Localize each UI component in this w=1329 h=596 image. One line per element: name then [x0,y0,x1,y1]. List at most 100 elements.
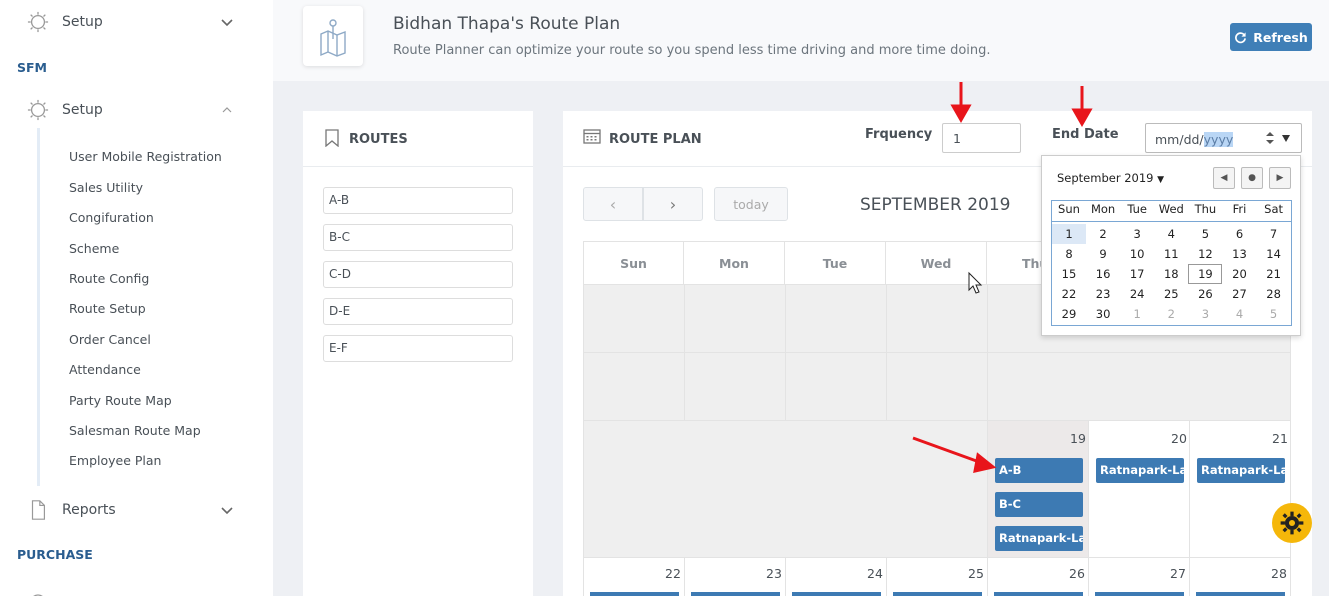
calendar-week-row [583,353,1291,421]
calendar-event[interactable]: Ratnapark-Lazi [1197,458,1285,483]
datepicker-day[interactable]: 4 [1154,224,1188,244]
sidebar-item-attendance[interactable]: Attendance [69,362,141,377]
sidebar-item-sales-utility[interactable]: Sales Utility [69,180,143,195]
spinner-icon[interactable] [1265,131,1275,145]
map-icon [320,19,346,57]
sidebar-item-party-route-map[interactable]: Party Route Map [69,393,172,408]
datepicker-day[interactable]: 4 [1223,304,1257,324]
datepicker-day[interactable]: 15 [1052,264,1086,284]
refresh-button[interactable]: Refresh [1230,23,1312,51]
route-item[interactable]: E-F [323,335,513,362]
day-number: 21 [1272,431,1288,446]
datepicker-day[interactable]: 16 [1086,264,1120,284]
route-item[interactable]: C-D [323,261,513,288]
sidebar-item-salesman-route-map[interactable]: Salesman Route Map [69,423,201,438]
datepicker-day[interactable]: 1 [1052,224,1086,244]
datepicker-day[interactable]: 26 [1188,284,1222,304]
sidebar-item-order-cancel[interactable]: Order Cancel [69,332,151,347]
sidebar-item-scheme[interactable]: Scheme [69,241,119,256]
datepicker-day[interactable]: 1 [1120,304,1154,324]
calendar-event-partial[interactable] [691,592,780,596]
datepicker-day[interactable]: 30 [1086,304,1120,324]
datepicker-day[interactable]: 11 [1154,244,1188,264]
chevron-up-icon [222,107,232,113]
datepicker-day[interactable]: 8 [1052,244,1086,264]
datepicker-weekday: Thu [1194,202,1217,216]
sidebar-item-employee-plan[interactable]: Employee Plan [69,453,161,468]
next-button[interactable]: › [643,187,703,221]
datepicker-day[interactable]: 3 [1120,224,1154,244]
calendar-event[interactable]: A-B [995,458,1083,483]
route-item[interactable]: B-C [323,224,513,251]
sidebar-setup[interactable]: Setup [0,95,273,125]
datepicker-prev-button[interactable]: ◀ [1213,167,1235,189]
datepicker-day[interactable]: 7 [1257,224,1291,244]
weekday-wed: Wed [886,241,987,285]
calendar-event-partial[interactable] [792,592,881,596]
route-item[interactable]: A-B [323,187,513,214]
calendar-event-partial[interactable] [994,592,1083,596]
dot-icon: ● [1248,173,1256,183]
datepicker-day[interactable]: 10 [1120,244,1154,264]
calendar-event[interactable]: B-C [995,492,1083,517]
datepicker-day[interactable]: 25 [1154,284,1188,304]
sidebar-item-route-setup[interactable]: Route Setup [69,301,146,316]
datepicker-day[interactable]: 9 [1086,244,1120,264]
datepicker-day[interactable]: 5 [1188,224,1222,244]
datepicker-today-button[interactable]: ● [1241,167,1263,189]
frequency-input[interactable]: 1 [942,123,1021,153]
datepicker-day[interactable]: 21 [1257,264,1291,284]
datepicker-day[interactable]: 22 [1052,284,1086,304]
calendar-event-partial[interactable] [590,592,679,596]
datepicker-day[interactable]: 6 [1223,224,1257,244]
settings-fab[interactable] [1272,503,1312,543]
end-date-input[interactable]: mm/dd/yyyy [1145,123,1302,153]
datepicker-day[interactable]: 19 [1188,264,1223,284]
datepicker-day[interactable]: 29 [1052,304,1086,324]
calendar-event-partial[interactable] [893,592,982,596]
datepicker-day[interactable]: 28 [1257,284,1291,304]
datepicker-day[interactable]: 27 [1223,284,1257,304]
prev-button[interactable]: ‹ [583,187,643,221]
datepicker-day[interactable]: 18 [1154,264,1188,284]
sidebar-item-route-config[interactable]: Route Config [69,271,149,286]
calendar-event-partial[interactable] [1196,592,1285,596]
weekday-sun: Sun [583,241,684,285]
end-date-year: yyyy [1203,132,1234,147]
datepicker-day[interactable]: 2 [1154,304,1188,324]
datepicker-day[interactable]: 23 [1086,284,1120,304]
datepicker-day[interactable]: 13 [1223,244,1257,264]
datepicker-day[interactable]: 5 [1257,304,1291,324]
routes-card-header: ROUTES [303,111,533,167]
sidebar-setup-top[interactable]: Setup [0,7,273,37]
day-number: 28 [1271,566,1287,581]
gear-icon [27,11,49,33]
today-button[interactable]: today [714,187,788,221]
datepicker-day[interactable]: 17 [1120,264,1154,284]
datepicker-weekday: Fri [1232,202,1247,216]
datepicker-day[interactable]: 2 [1086,224,1120,244]
day-number: 19 [1070,431,1086,446]
datepicker-day[interactable]: 3 [1188,304,1222,324]
submenu-line [37,128,40,486]
sidebar-reports[interactable]: Reports [0,495,273,525]
calendar-event-partial[interactable] [1095,592,1184,596]
sidebar-label: Setup [62,102,103,118]
datepicker-day[interactable]: 20 [1223,264,1257,284]
chevron-down-icon [221,507,233,515]
datepicker-month[interactable]: September 2019 ▼ [1057,171,1164,185]
calendar-event[interactable]: Ratnapark-Lazi [1096,458,1184,483]
calendar-event[interactable]: Ratnapark-Lazi [995,526,1083,551]
sidebar-item-user-mobile-registration[interactable]: User Mobile Registration [69,149,222,164]
route-item[interactable]: D-E [323,298,513,325]
datepicker-day[interactable]: 12 [1188,244,1222,264]
dropdown-arrow-icon[interactable] [1281,133,1291,143]
calendar-icon [583,129,601,144]
datepicker-divider [1052,221,1291,222]
datepicker-day[interactable]: 24 [1120,284,1154,304]
page-title: Bidhan Thapa's Route Plan [393,14,621,34]
sidebar-label: Setup [62,14,103,30]
datepicker-next-button[interactable]: ▶ [1269,167,1291,189]
datepicker-day[interactable]: 14 [1257,244,1291,264]
sidebar-item-configuration[interactable]: Congifuration [69,210,154,225]
